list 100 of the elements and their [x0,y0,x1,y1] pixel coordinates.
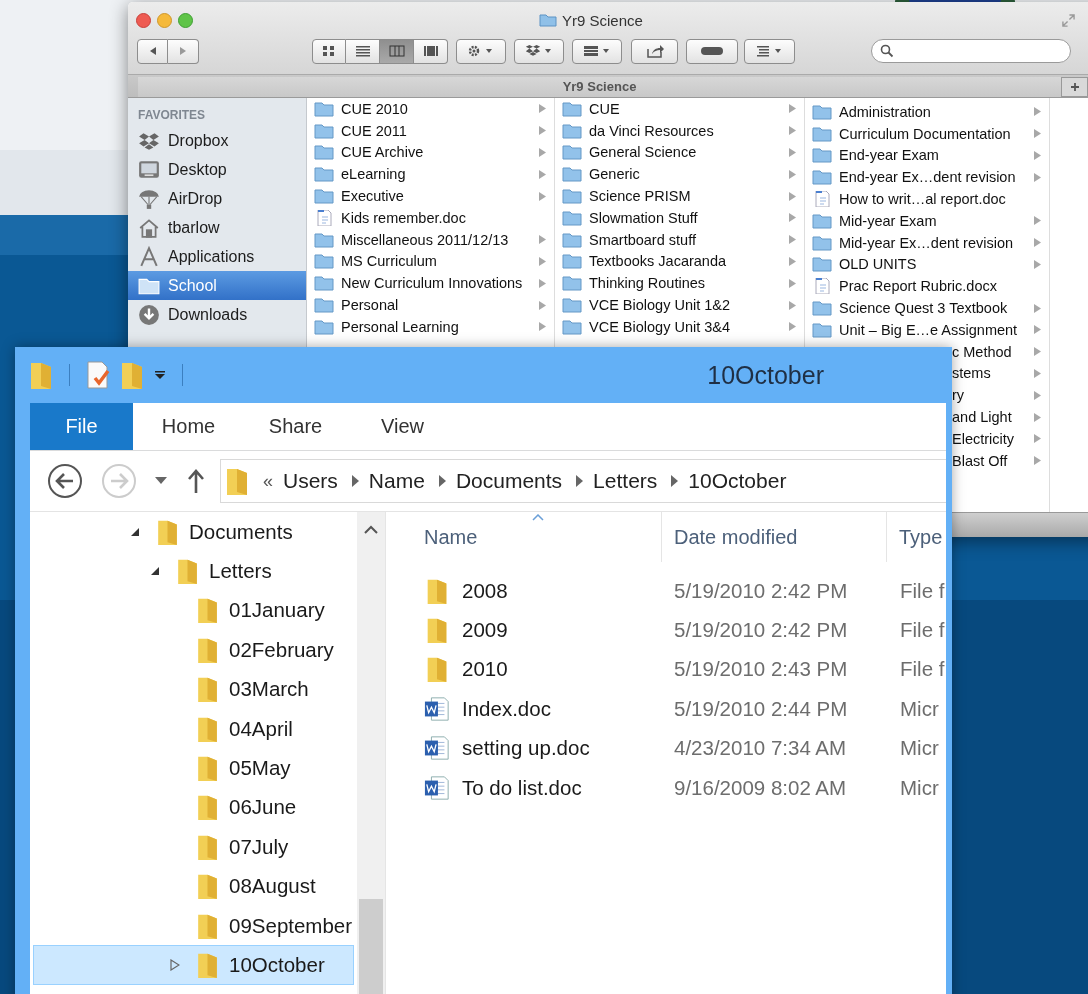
overflow-chevron[interactable]: « [263,470,273,492]
file-name[interactable]: Electricity [952,430,1015,447]
action-menu-button[interactable] [456,38,506,64]
file-name[interactable]: Administration [839,103,931,120]
breadcrumb-item[interactable]: Letters [593,469,658,493]
sidebar-item[interactable]: Downloads [128,300,306,329]
file-name[interactable]: Personal Learning [341,318,459,335]
file-name[interactable]: VCE Biology Unit 1&2 [589,297,731,314]
search-field[interactable] [871,39,1071,63]
file-name[interactable]: End-year Exam [839,147,939,164]
back-button[interactable] [47,463,83,499]
column-header[interactable]: Name [386,512,662,562]
tag-button[interactable] [686,38,738,64]
dropbox-menu-button[interactable] [514,38,564,64]
file-name[interactable]: Generic [589,166,640,183]
breadcrumb-item[interactable]: 10October [688,469,787,493]
tree-item[interactable]: 10October [33,945,354,985]
expanded-arrow-icon[interactable] [130,526,140,537]
tab[interactable]: Yr9 Science [138,77,1061,97]
file-name[interactable]: Personal [341,297,399,314]
sidebar-item[interactable]: AirDrop [128,184,306,213]
file-name[interactable]: New Curriculum Innovations [341,275,523,292]
column-header[interactable]: Type [887,512,943,562]
tree-item[interactable]: 04April [33,708,354,749]
file-name[interactable]: Curriculum Documentation [839,125,1011,142]
file-name[interactable]: Science PRISM [589,188,691,205]
file-name[interactable]: ry [952,387,965,404]
share-button[interactable] [631,38,678,64]
sidebar-item[interactable]: Applications [128,242,306,271]
file-name[interactable]: VCE Biology Unit 3&4 [589,318,731,335]
tree-item[interactable]: 07July [33,827,354,867]
list-view-button[interactable] [346,38,380,64]
customize-dropdown-icon[interactable] [154,370,166,380]
sidebar-item[interactable]: tbarlow [128,213,306,242]
file-name[interactable]: 2010 [462,657,508,682]
file-name[interactable]: stems [952,365,991,382]
file-name[interactable]: Textbooks Jacaranda [589,253,727,270]
tree-item[interactable]: 05May [33,748,354,788]
arrange-menu-button[interactable] [572,38,622,64]
file-name[interactable]: Science Quest 3 Textbook [839,300,1008,317]
file-name[interactable]: General Science [589,144,697,161]
up-arrow-icon[interactable] [187,469,205,493]
file-name[interactable]: 2008 [462,578,508,603]
sort-menu-button[interactable] [744,38,795,64]
dropdown-arrow-icon[interactable] [155,477,167,485]
chevron-icon[interactable] [438,475,446,487]
forward-button[interactable] [168,38,199,64]
file-name[interactable]: Miscellaneous 2011/12/13 [341,231,509,248]
file-name[interactable]: Prac Report Rubric.docx [839,278,997,295]
file-name[interactable]: Unit – Big E…e Assignment [839,321,1018,338]
breadcrumb-item[interactable]: Documents [455,469,563,493]
file-name[interactable]: c Method [952,343,1012,360]
tree-item[interactable]: 01January [33,590,354,631]
file-name[interactable]: Mid-year Ex…dent revision [839,234,1014,251]
file-name[interactable]: Blast Off [952,452,1008,469]
new-tab-button[interactable] [1061,77,1088,97]
sidebar-item[interactable]: Dropbox [128,126,306,155]
chevron-icon[interactable] [351,475,359,487]
sidebar-item[interactable]: School [128,271,306,300]
collapsed-arrow-icon[interactable] [170,959,180,971]
chevron-icon[interactable] [671,475,679,487]
file-name[interactable]: MS Curriculum [341,253,437,270]
scrollbar[interactable] [357,512,386,994]
tree-item[interactable]: Letters [33,551,354,591]
breadcrumb-item[interactable]: Users [283,469,338,493]
address-bar[interactable]: « Users Name Documents Letters 10October [220,459,946,503]
column-header[interactable]: Date modified [662,512,887,562]
file-name[interactable]: da Vinci Resources [589,122,714,139]
file-name[interactable]: CUE Archive [341,144,424,161]
tree-item[interactable]: Documents [33,512,354,552]
file-name[interactable]: To do list.doc [462,775,582,800]
file-name[interactable]: Index.doc [462,696,551,721]
column-view-button[interactable] [380,38,414,64]
breadcrumb-item[interactable]: Name [368,469,425,493]
file-name[interactable]: Thinking Routines [589,275,706,292]
file-name[interactable]: CUE 2010 [341,100,408,117]
back-button[interactable] [137,38,168,64]
file-name[interactable]: Slowmation Stuff [589,209,698,226]
file-name[interactable]: End-year Ex…dent revision [839,169,1016,186]
expanded-arrow-icon[interactable] [150,566,160,577]
file-name[interactable]: eLearning [341,166,406,183]
file-name[interactable]: CUE 2011 [341,122,407,139]
sidebar-item[interactable]: Desktop [128,155,306,184]
properties-icon[interactable] [86,360,110,390]
tree-item[interactable]: 02February [33,630,354,670]
ribbon-tab[interactable]: File [30,403,133,450]
file-name[interactable]: CUE [589,100,620,117]
coverflow-view-button[interactable] [414,38,448,64]
file-name[interactable]: Kids remember.doc [341,209,466,226]
file-name[interactable]: How to writ…al report.doc [839,191,1006,208]
file-name[interactable]: Smartboard stuff [589,231,696,248]
file-name[interactable]: setting up.doc [462,736,590,761]
icon-view-button[interactable] [312,38,346,64]
file-name[interactable]: OLD UNITS [839,256,917,273]
close-button[interactable] [136,12,151,28]
file-name[interactable]: and Light [952,409,1012,426]
file-name[interactable]: 2009 [462,618,508,643]
tree-item[interactable]: 03March [33,669,354,709]
tree-item[interactable]: 09September [33,905,354,946]
file-name[interactable]: Executive [341,188,404,205]
